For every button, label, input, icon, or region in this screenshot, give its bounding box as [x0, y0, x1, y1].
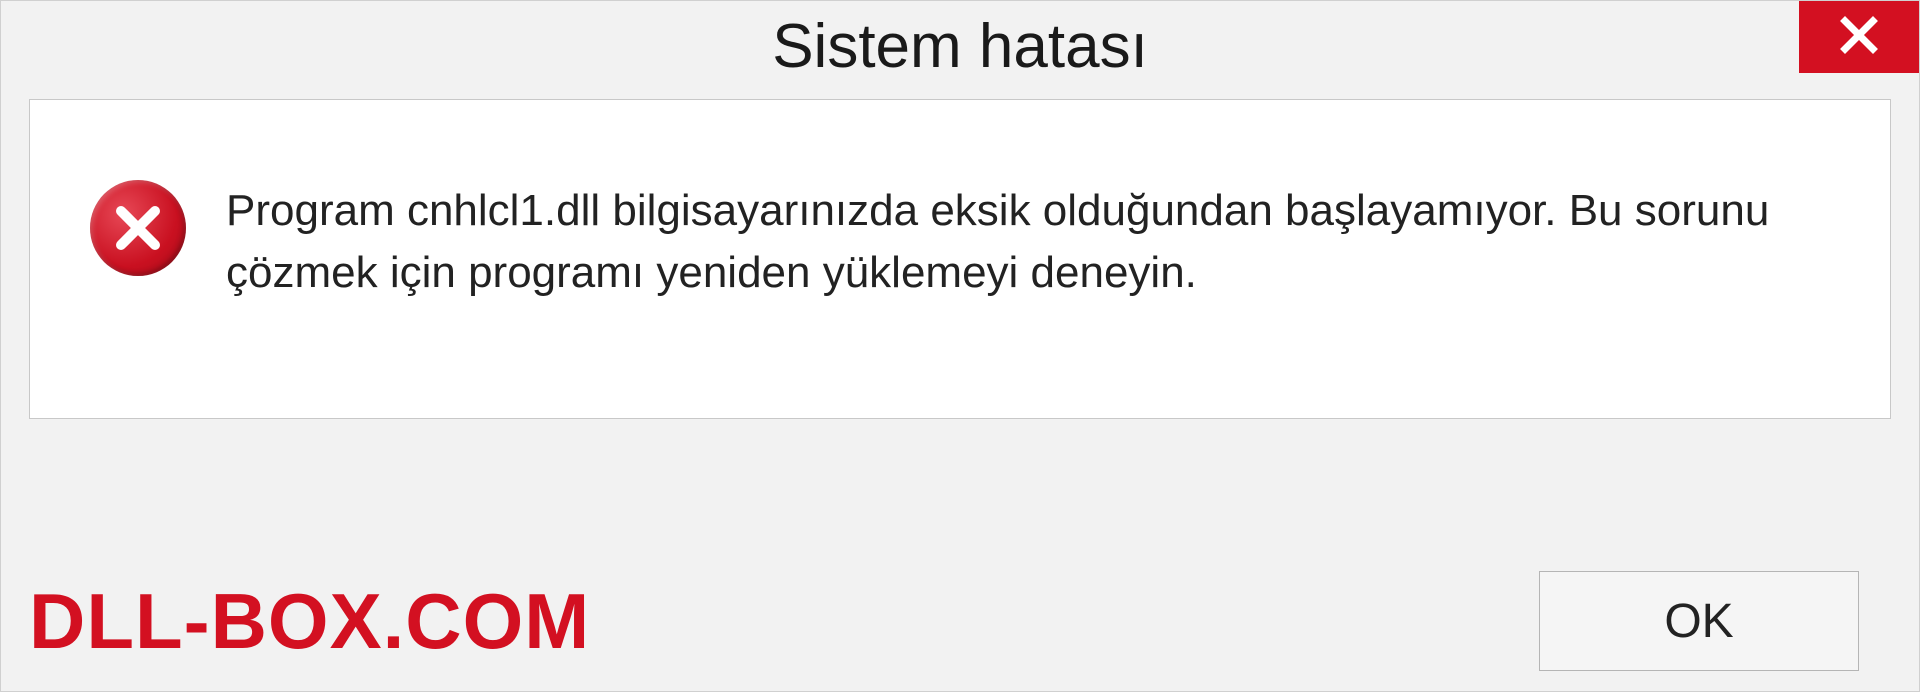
close-button[interactable]: [1799, 1, 1919, 73]
content-panel: Program cnhlcl1.dll bilgisayarınızda eks…: [29, 99, 1891, 419]
error-message: Program cnhlcl1.dll bilgisayarınızda eks…: [226, 180, 1826, 303]
footer-row: DLL-BOX.COM OK: [1, 571, 1919, 671]
dialog-title: Sistem hatası: [772, 11, 1148, 82]
error-icon: [90, 180, 186, 276]
ok-button[interactable]: OK: [1539, 571, 1859, 671]
close-icon: [1839, 15, 1879, 60]
titlebar: Sistem hatası: [1, 1, 1919, 91]
watermark-text: DLL-BOX.COM: [29, 576, 590, 667]
